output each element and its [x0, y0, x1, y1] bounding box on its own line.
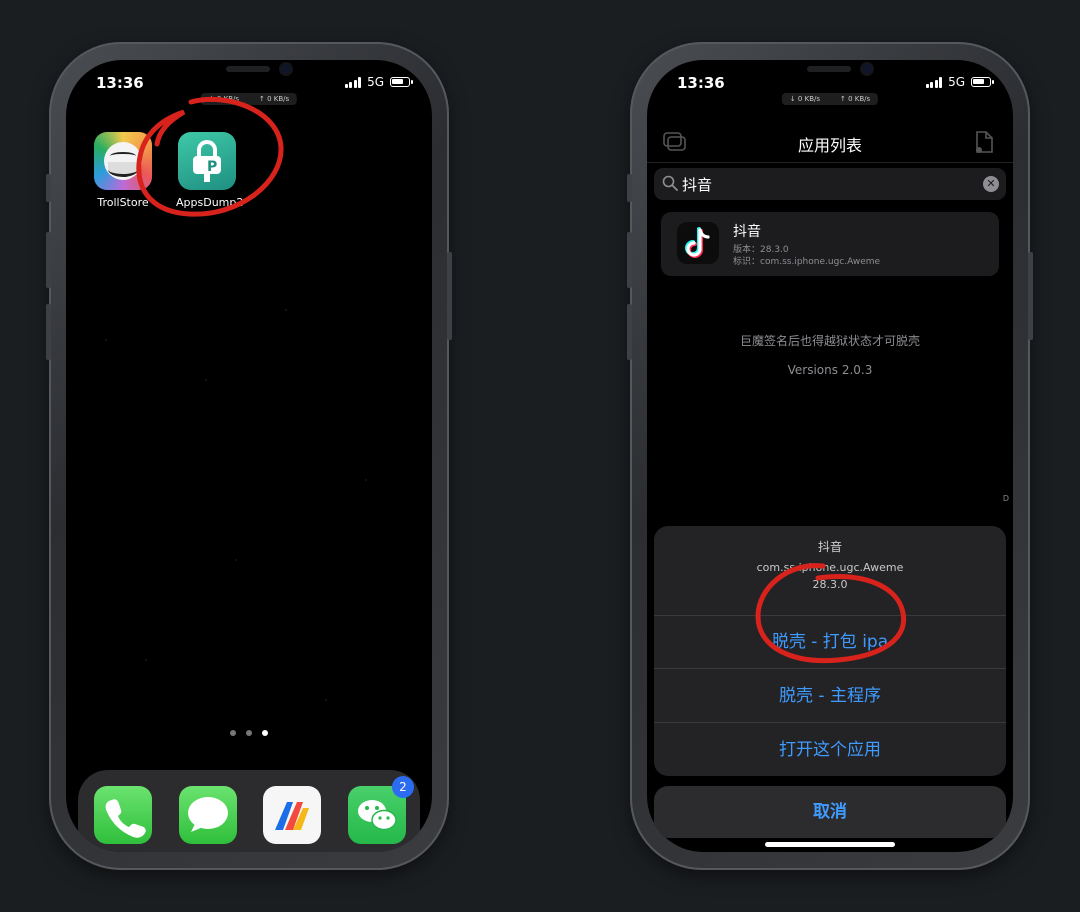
app-label-trollstore: TrollStore: [97, 196, 149, 209]
dump-ipa-button[interactable]: 脱壳 - 打包 ipa: [654, 616, 1006, 669]
status-time: 13:36: [96, 74, 144, 92]
trollstore-icon: [94, 132, 152, 190]
appsdump2-icon: P: [178, 132, 236, 190]
status-indicators: 5G: [925, 75, 994, 89]
action-sheet: 抖音 com.ss.iphone.ugc.Aweme 28.3.0 脱壳 - 打…: [654, 526, 1006, 776]
search-icon: [662, 175, 678, 191]
action-sheet-version: 28.3.0: [812, 578, 848, 591]
upload-speed: ↑ 0 KB/s: [259, 95, 290, 103]
page-dot: [246, 730, 252, 736]
front-camera: [862, 64, 872, 74]
wechat-app-icon[interactable]: 2: [348, 776, 414, 844]
dock: 2: [78, 770, 420, 852]
dump-main-binary-button[interactable]: 脱壳 - 主程序: [654, 670, 1006, 723]
home-indicator: [765, 842, 895, 847]
mute-switch: [627, 174, 632, 202]
volume-up-button: [627, 232, 632, 288]
app-bundle-line: 标识：com.ss.iphone.ugc.Aweme: [733, 254, 880, 267]
open-app-button[interactable]: 打开这个应用: [654, 724, 1006, 776]
phone-app-icon[interactable]: [94, 786, 152, 844]
page-title: 应用列表: [797, 136, 862, 155]
network-speed: ↓ 0 KB/s ↑ 0 KB/s: [200, 93, 298, 105]
side-mark: D: [1002, 494, 1009, 503]
mute-switch: [46, 174, 51, 202]
action-sheet-title: 抖音: [817, 540, 842, 554]
volume-down-button: [46, 304, 51, 360]
status-time: 13:36: [677, 74, 725, 92]
app-name: 抖音: [733, 224, 761, 240]
document-icon[interactable]: [973, 130, 995, 154]
app-label-appsdump2: AppsDump2: [176, 196, 244, 209]
douyin-app-icon: [677, 222, 719, 264]
network-speed: ↓ 0 KB/s ↑ 0 KB/s: [781, 93, 879, 105]
upload-speed: ↑ 0 KB/s: [840, 95, 871, 103]
app-appsdump2[interactable]: P AppsDump2: [176, 132, 244, 209]
action-sheet-header: 抖音 com.ss.iphone.ugc.Aweme 28.3.0: [654, 526, 1006, 616]
messages-app-icon[interactable]: [179, 786, 237, 844]
download-speed: ↓ 0 KB/s: [208, 95, 239, 103]
navigation-bar: 应用列表: [647, 122, 1013, 163]
search-input[interactable]: 抖音: [682, 174, 712, 195]
vpn-app-icon[interactable]: [263, 786, 321, 844]
right-phone-frame: 13:36 5G ↓ 0 KB/s ↑ 0 KB/s 应用列表 抖音 ✕ 抖音 …: [627, 42, 1033, 870]
signal-icon: [925, 76, 943, 88]
bundle-label: 标识：: [733, 257, 761, 267]
power-button: [447, 252, 452, 340]
app-trollstore[interactable]: TrollStore: [92, 132, 154, 209]
app-screen: 13:36 5G ↓ 0 KB/s ↑ 0 KB/s 应用列表 抖音 ✕ 抖音 …: [647, 60, 1013, 852]
status-indicators: 5G: [344, 75, 413, 89]
volume-up-button: [46, 232, 51, 288]
signal-icon: [344, 76, 362, 88]
network-type: 5G: [367, 75, 384, 89]
left-phone-frame: 13:36 5G ↓ 0 KB/s ↑ 0 KB/s TrollStore P …: [46, 42, 452, 870]
front-camera: [281, 64, 291, 74]
network-type: 5G: [948, 75, 965, 89]
power-button: [1028, 252, 1033, 340]
hint-text: 巨魔签名后也得越狱状态才可脱壳: [739, 334, 920, 348]
search-bar[interactable]: 抖音 ✕: [654, 168, 1006, 200]
cancel-button[interactable]: 取消: [654, 786, 1006, 838]
page-dot: [230, 730, 236, 736]
battery-icon: [390, 77, 413, 87]
earpiece-speaker: [226, 66, 270, 72]
battery-icon: [971, 77, 994, 87]
volume-down-button: [627, 304, 632, 360]
app-list-item[interactable]: 抖音 版本：28.3.0 标识：com.ss.iphone.ugc.Aweme: [661, 212, 999, 276]
version-text: Versions 2.0.3: [787, 363, 873, 377]
action-sheet-bundle-id: com.ss.iphone.ugc.Aweme: [756, 561, 904, 574]
clear-search-icon[interactable]: ✕: [983, 176, 999, 192]
notification-badge: 2: [392, 776, 414, 798]
download-speed: ↓ 0 KB/s: [789, 95, 820, 103]
earpiece-speaker: [807, 66, 851, 72]
app-bundle-id: com.ss.iphone.ugc.Aweme: [760, 257, 881, 267]
page-dot-active: [262, 730, 268, 736]
home-screen: 13:36 5G ↓ 0 KB/s ↑ 0 KB/s TrollStore P …: [66, 60, 432, 852]
page-indicator[interactable]: [230, 730, 268, 736]
